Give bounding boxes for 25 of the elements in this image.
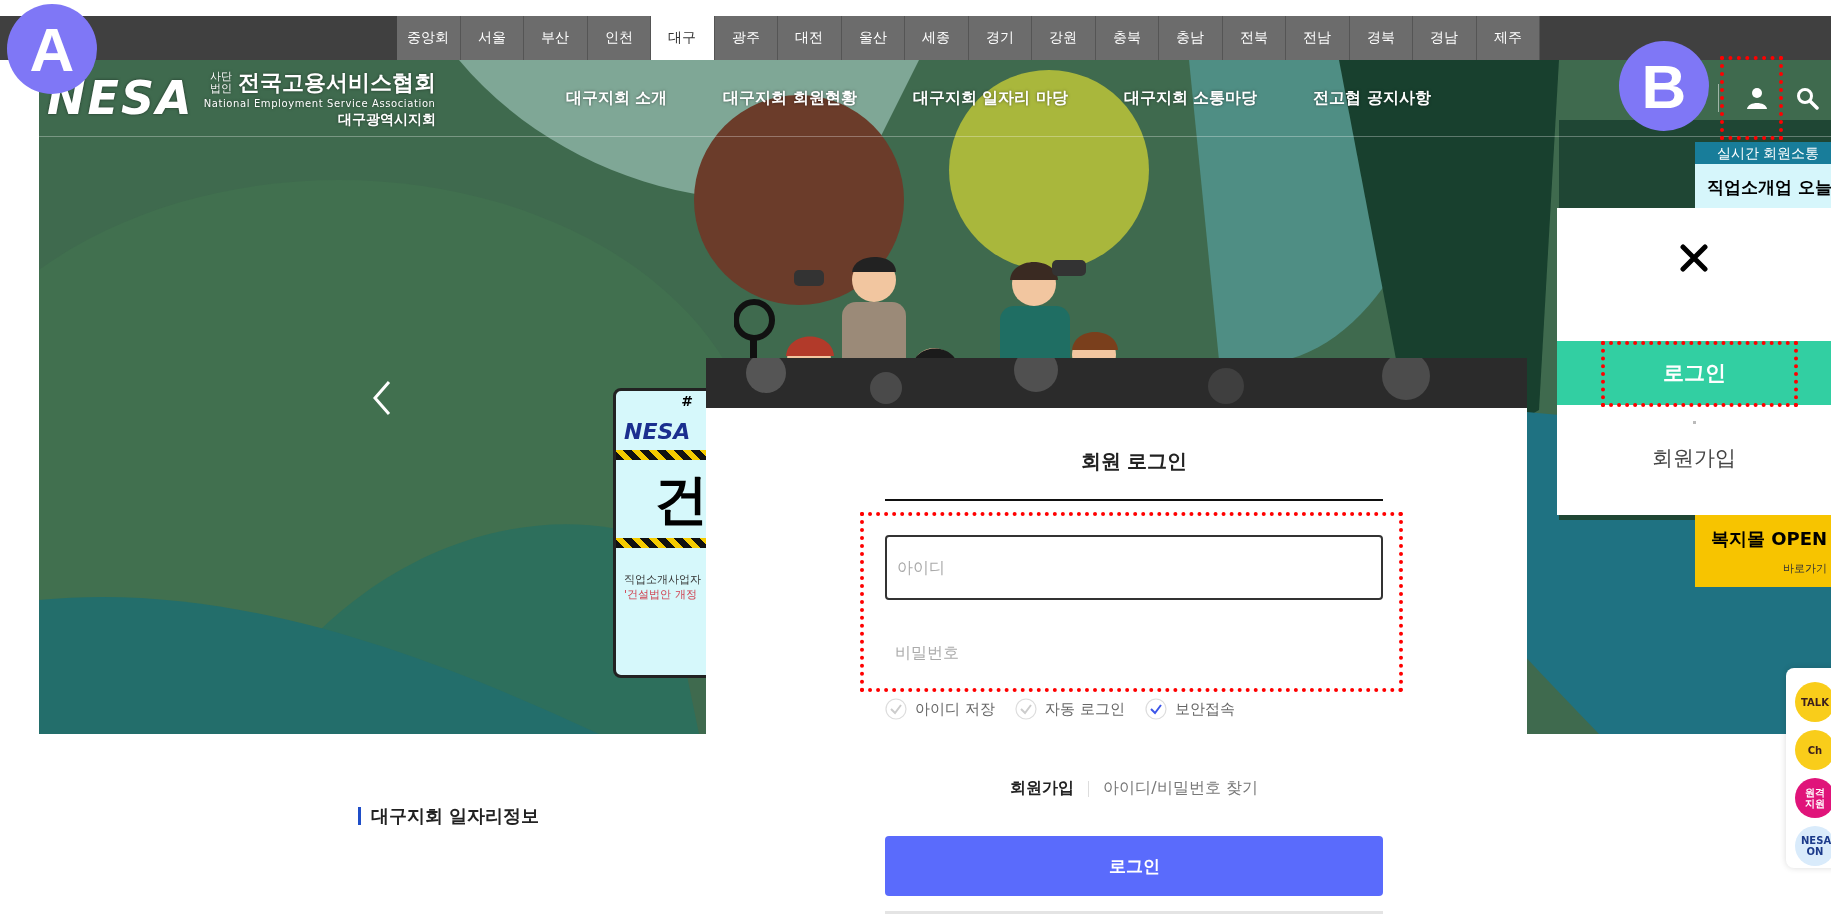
region-tab[interactable]: 충북 (1095, 16, 1159, 60)
quick-menu-button[interactable]: Ch (1795, 730, 1831, 770)
region-tab[interactable]: 세종 (905, 16, 969, 60)
region-tab[interactable]: 대전 (778, 16, 842, 60)
region-tab[interactable]: 울산 (841, 16, 905, 60)
region-tab[interactable]: 광주 (714, 16, 778, 60)
region-tab[interactable]: 서울 (460, 16, 524, 60)
region-tab[interactable]: 경기 (968, 16, 1032, 60)
region-tab[interactable]: 경북 (1349, 16, 1413, 60)
region-tab[interactable]: 전남 (1286, 16, 1350, 60)
region-tab[interactable]: 충남 (1159, 16, 1223, 60)
region-tab[interactable]: 제주 (1476, 16, 1540, 60)
region-tab[interactable]: 강원 (1032, 16, 1096, 60)
region-tab[interactable]: 중앙회 (397, 16, 461, 60)
region-tab[interactable]: 경남 (1413, 16, 1477, 60)
region-tab[interactable]: 인천 (587, 16, 651, 60)
text-link[interactable]: 회원가입 (1010, 778, 1075, 799)
section-title: 대구지회 일자리정보 (358, 807, 540, 825)
quick-menu-button[interactable]: NESA ON (1795, 826, 1831, 866)
region-tab[interactable]: 대구 (651, 16, 715, 60)
region-tab[interactable]: 전북 (1222, 16, 1286, 60)
region-tab[interactable]: 부산 (524, 16, 588, 60)
text-link[interactable]: 아이디/비밀번호 찾기 (1103, 778, 1258, 799)
quick-menu-button[interactable]: 원격 지원 (1795, 778, 1831, 818)
login-button[interactable]: 로그인 (885, 836, 1383, 896)
